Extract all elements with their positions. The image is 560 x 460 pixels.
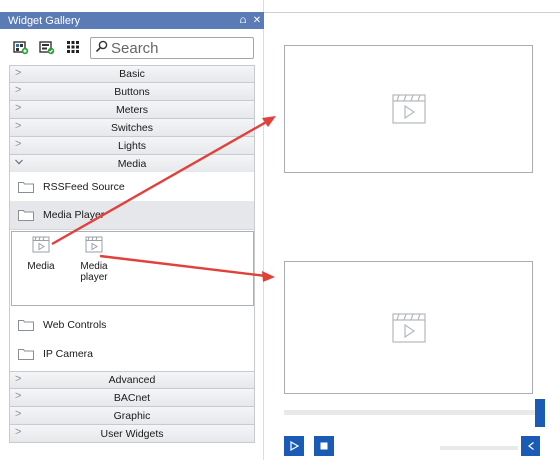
volume-button[interactable]: [521, 436, 540, 456]
chevron-right-icon: >: [15, 138, 22, 150]
video-thumbnail-icon: [32, 236, 50, 253]
media-category-content: RSSFeed Source Media Player Media Media …: [9, 172, 255, 372]
folder-icon: [18, 181, 34, 193]
chevron-right-icon: >: [15, 426, 22, 438]
volume-icon: [527, 442, 534, 450]
video-thumbnail-icon: [85, 236, 103, 253]
close-icon[interactable]: ✕: [250, 15, 264, 26]
category-meters[interactable]: > Meters: [9, 101, 255, 119]
edit-widget-icon[interactable]: [38, 38, 56, 56]
category-label: Switches: [110, 121, 153, 134]
search-input[interactable]: [111, 39, 246, 57]
folder-label: RSSFeed Source: [43, 180, 125, 193]
category-basic[interactable]: > Basic: [9, 65, 255, 83]
search-box[interactable]: [90, 37, 254, 59]
category-switches[interactable]: > Switches: [9, 119, 255, 137]
category-list-bottom: > Advanced > BACnet > Graphic > User Wid…: [9, 371, 255, 443]
pin-icon[interactable]: ⩍: [236, 15, 250, 26]
folder-icon: [18, 319, 34, 331]
panel-titlebar: Widget Gallery ⩍ ✕: [0, 12, 264, 29]
category-lights[interactable]: > Lights: [9, 137, 255, 155]
category-label: Basic: [119, 68, 145, 80]
seek-bar[interactable]: [284, 410, 535, 415]
grid-view-icon[interactable]: [64, 38, 82, 56]
chevron-right-icon: >: [15, 373, 22, 385]
panel-title: Widget Gallery: [8, 14, 81, 27]
category-label: Graphic: [113, 409, 151, 422]
play-icon: [290, 441, 299, 451]
widget-media[interactable]: Media: [18, 236, 64, 272]
category-list-top: > Basic > Buttons > Meters > Switches > …: [9, 65, 255, 173]
category-user-widgets[interactable]: > User Widgets: [9, 425, 255, 443]
category-graphic[interactable]: > Graphic: [9, 407, 255, 425]
folder-open-icon: [18, 210, 34, 221]
media-player-widget-preview[interactable]: [284, 261, 533, 394]
volume-slider[interactable]: [440, 446, 518, 450]
folder-icon: [18, 348, 34, 360]
widget-media-player[interactable]: Media player: [72, 236, 116, 283]
category-advanced[interactable]: > Advanced: [9, 371, 255, 389]
media-widget-preview[interactable]: [284, 45, 533, 173]
folder-ip-camera[interactable]: IP Camera: [10, 339, 254, 368]
category-label: Buttons: [114, 85, 150, 98]
arrow-head: [262, 116, 276, 127]
folder-label: IP Camera: [43, 347, 93, 360]
category-label: Lights: [117, 139, 147, 152]
chevron-right-icon: >: [15, 408, 22, 420]
search-icon: [95, 40, 108, 56]
category-buttons[interactable]: > Buttons: [9, 83, 255, 101]
seek-handle[interactable]: [535, 399, 545, 427]
chevron-right-icon: >: [15, 84, 22, 96]
video-placeholder-icon: [391, 94, 426, 124]
widget-gallery-panel: Widget Gallery ⩍ ✕ Search > Basic > Butt…: [0, 0, 264, 460]
category-label: Media: [117, 157, 147, 170]
add-widget-icon[interactable]: [12, 38, 30, 56]
category-media[interactable]: Media: [9, 155, 255, 173]
video-placeholder-icon: [391, 312, 426, 343]
widget-label: Media player: [80, 261, 108, 283]
category-bacnet[interactable]: > BACnet: [9, 389, 255, 407]
chevron-right-icon: >: [15, 102, 22, 114]
category-label: Advanced: [108, 374, 156, 386]
category-label: BACnet: [113, 391, 151, 404]
chevron-down-icon: [15, 156, 23, 168]
stop-button[interactable]: [314, 436, 334, 456]
chevron-right-icon: >: [15, 67, 22, 79]
chevron-right-icon: >: [15, 120, 22, 132]
folder-label: Web Controls: [43, 318, 107, 331]
folder-label: Media Player: [43, 209, 105, 221]
media-player-widgets: Media Media player: [11, 231, 254, 306]
folder-rss-feed-source[interactable]: RSSFeed Source: [10, 172, 254, 201]
category-label: Meters: [115, 103, 149, 116]
folder-media-player[interactable]: Media Player: [10, 201, 254, 230]
widget-label: Media: [27, 261, 55, 272]
play-button[interactable]: [284, 436, 304, 456]
canvas-top-border: [264, 12, 560, 13]
category-label: User Widgets: [100, 427, 164, 440]
chevron-right-icon: >: [15, 390, 22, 402]
folder-web-controls[interactable]: Web Controls: [10, 310, 254, 339]
stop-icon: [320, 442, 328, 450]
